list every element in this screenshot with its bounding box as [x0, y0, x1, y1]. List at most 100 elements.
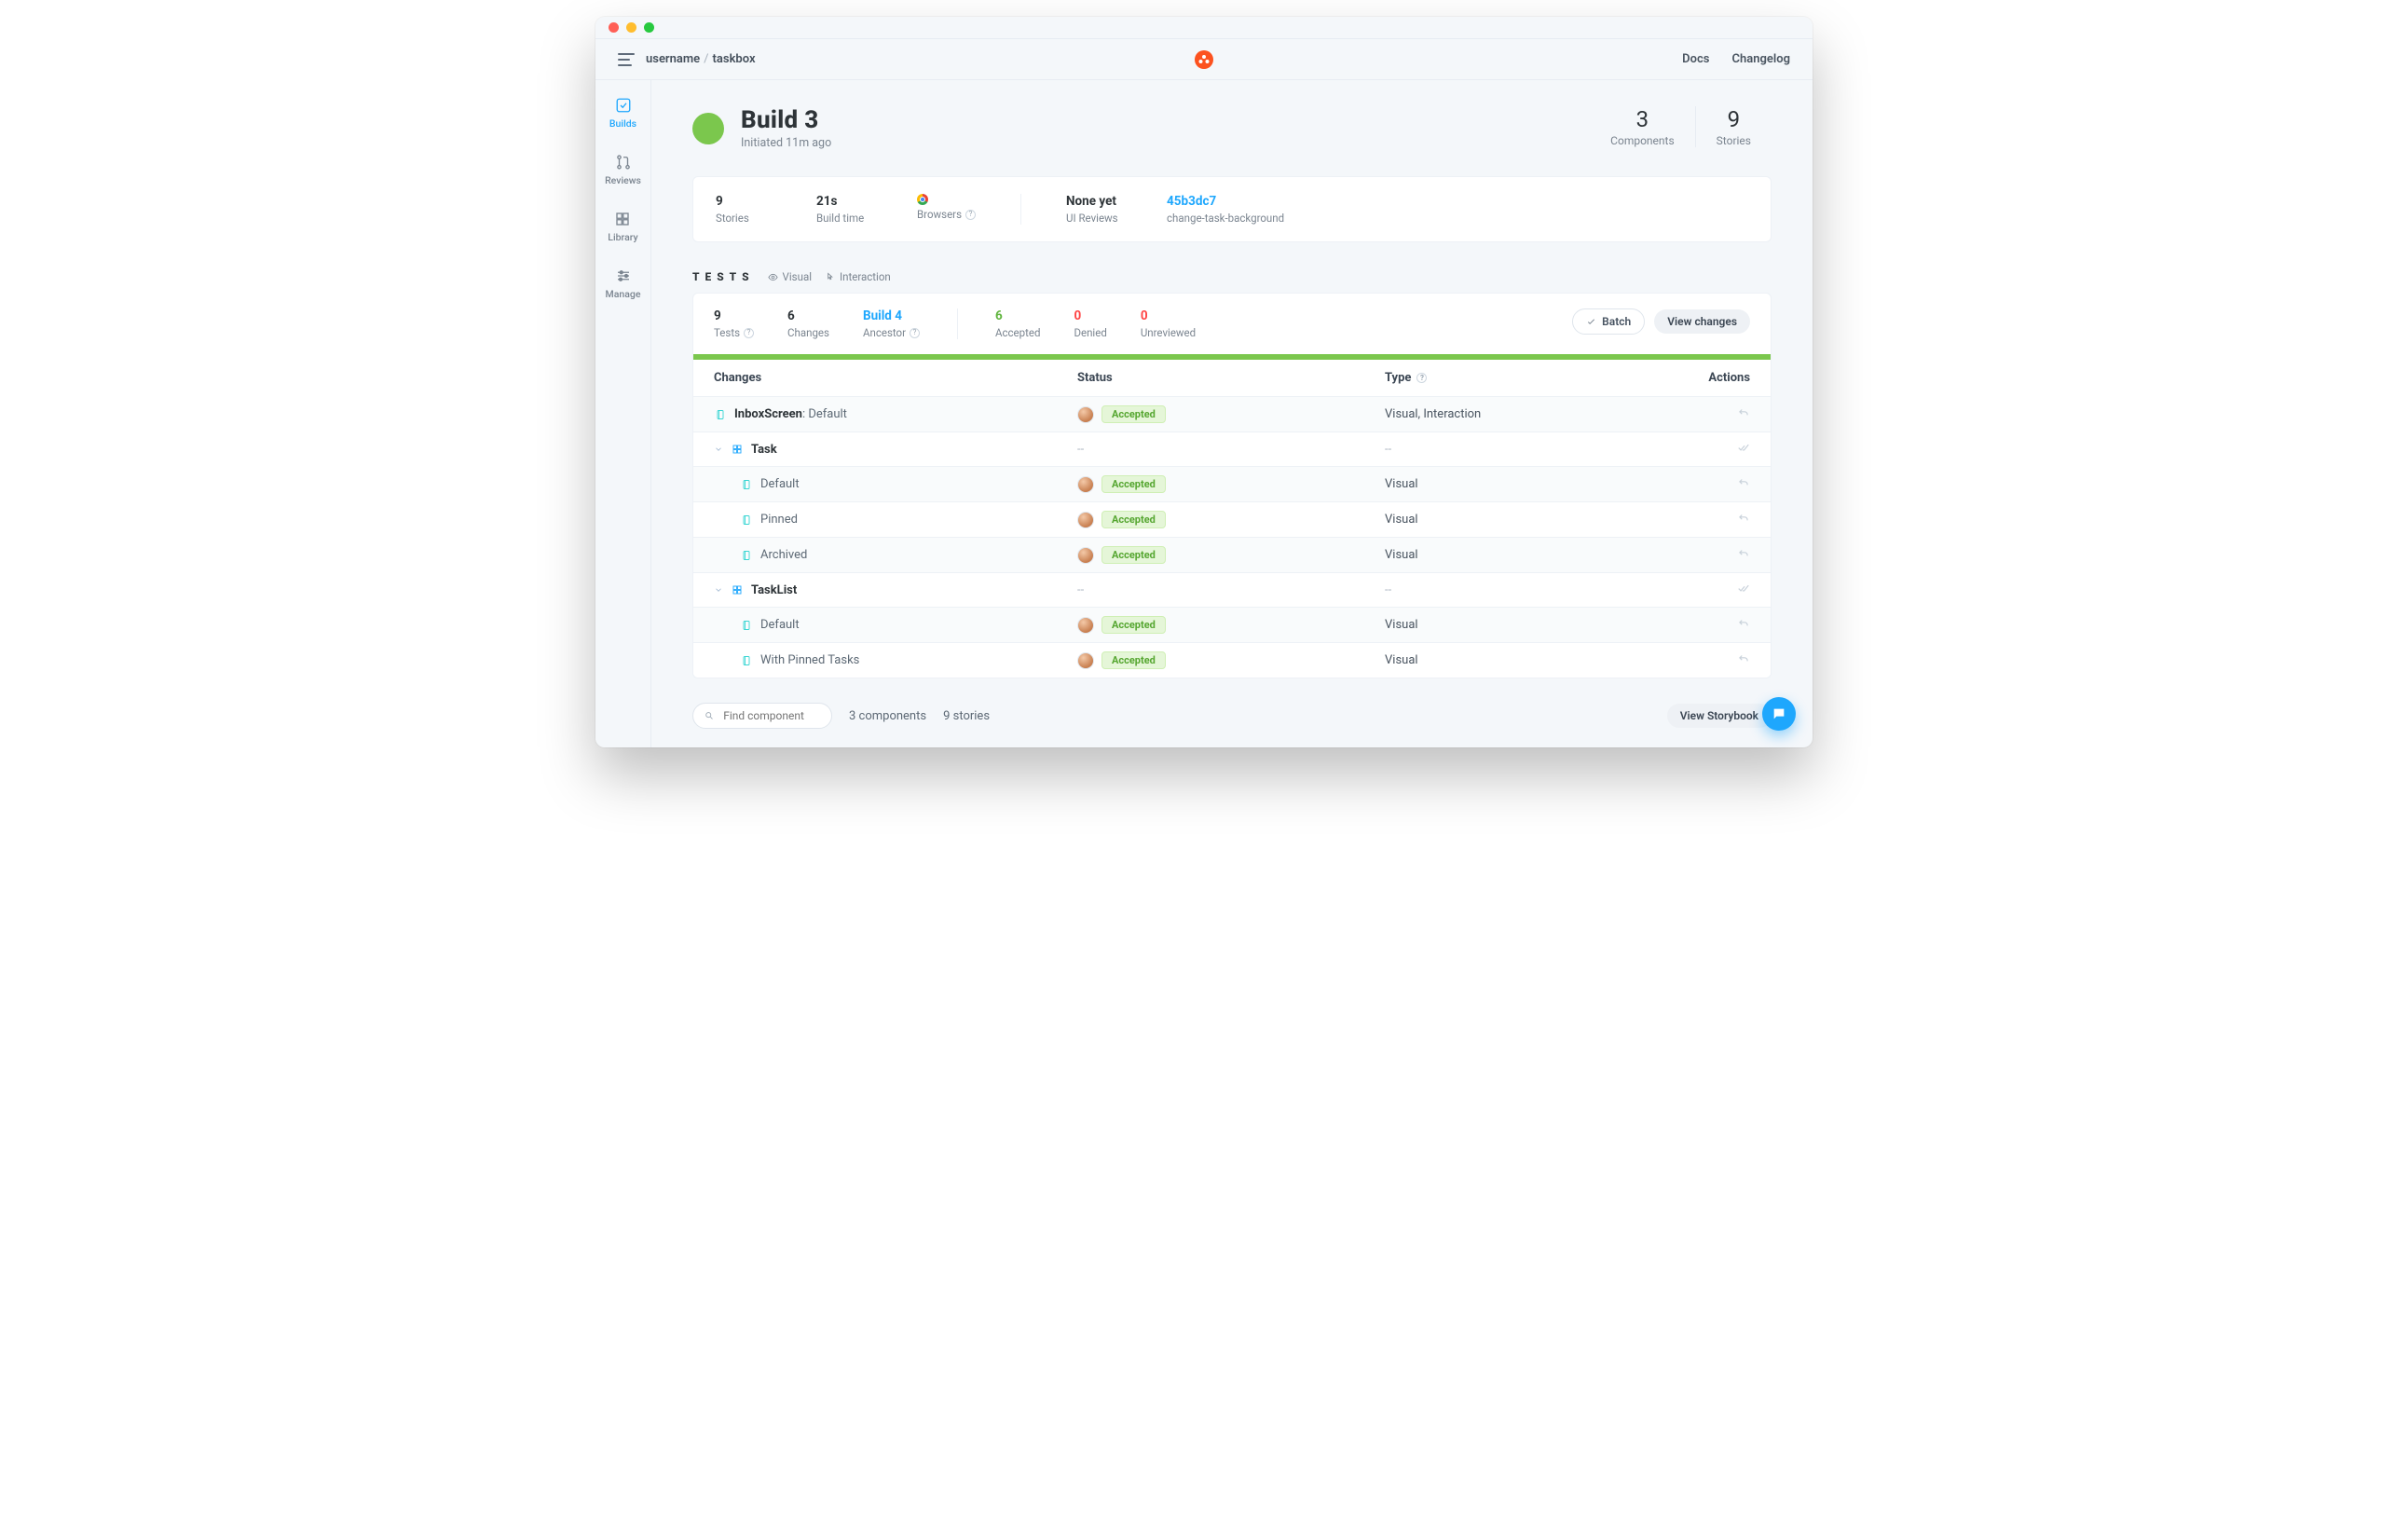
undo-button[interactable] — [1737, 547, 1750, 564]
avatar — [1077, 547, 1094, 564]
ancestor-build-link[interactable]: Build 4 — [863, 308, 920, 323]
story-icon — [714, 408, 727, 421]
story-name: Pinned — [760, 513, 798, 527]
accept-all-button[interactable] — [1737, 441, 1750, 458]
table-row[interactable]: Pinned Accepted Visual — [693, 502, 1771, 538]
minimize-window-button[interactable] — [626, 22, 636, 33]
table-row[interactable]: TaskList -- -- — [693, 573, 1771, 608]
summary-branch-name: change-task-background — [1167, 212, 1284, 225]
table-row[interactable]: With Pinned Tasks Accepted Visual — [693, 643, 1771, 678]
view-storybook-button[interactable]: View Storybook — [1667, 704, 1772, 728]
help-icon[interactable] — [910, 328, 920, 338]
help-icon[interactable] — [1416, 373, 1427, 383]
chevron-down-icon[interactable] — [714, 585, 723, 595]
summary-uireviews-label: UI Reviews — [1066, 212, 1122, 225]
status-cell: -- — [1077, 583, 1385, 597]
help-icon[interactable] — [965, 210, 976, 220]
chromatic-logo-icon — [1195, 50, 1213, 69]
footer-stories-count: 9 stories — [943, 709, 990, 723]
stories-label: Stories — [1717, 134, 1751, 147]
page-subtitle: Initiated 11m ago — [741, 136, 831, 150]
build-counts: 3 Components 9 Stories — [1590, 106, 1772, 147]
maximize-window-button[interactable] — [644, 22, 654, 33]
summary-buildtime-label: Build time — [816, 212, 872, 225]
status-cell: -- — [1077, 443, 1385, 457]
table-row[interactable]: Archived Accepted Visual — [693, 538, 1771, 573]
story-name: Default — [760, 477, 800, 491]
type-cell: -- — [1385, 583, 1674, 597]
page-title: Build 3 — [741, 106, 831, 134]
avatar — [1077, 617, 1094, 634]
tests-count-label: Tests — [714, 326, 740, 339]
pointer-icon — [825, 272, 835, 282]
find-component-search[interactable] — [692, 703, 832, 729]
summary-commit-hash[interactable]: 45b3dc7 — [1167, 194, 1284, 209]
story-name: Archived — [760, 548, 807, 562]
type-cell: Visual — [1385, 653, 1674, 667]
unreviewed-count-label: Unreviewed — [1141, 326, 1196, 339]
view-changes-button[interactable]: View changes — [1654, 309, 1750, 334]
story-name: With Pinned Tasks — [760, 653, 859, 667]
tests-card: 9 Tests 6 Changes Build 4 Ancestor — [692, 293, 1772, 678]
changes-count-label: Changes — [787, 326, 829, 339]
accepted-count-value: 6 — [995, 308, 1040, 323]
undo-icon — [1737, 512, 1750, 525]
nav-docs[interactable]: Docs — [1682, 52, 1709, 66]
batch-button[interactable]: Batch — [1572, 308, 1645, 335]
sidebar-item-manage[interactable]: Manage — [606, 267, 641, 300]
tests-filter-interaction[interactable]: Interaction — [825, 270, 891, 283]
sliders-icon — [615, 267, 632, 284]
brand-logo[interactable] — [1195, 50, 1213, 69]
sidebar-item-label: Reviews — [605, 174, 641, 186]
help-icon[interactable] — [744, 328, 754, 338]
accepted-count-label: Accepted — [995, 326, 1040, 339]
undo-button[interactable] — [1737, 406, 1750, 423]
chevron-down-icon[interactable] — [714, 445, 723, 454]
tests-title: TESTS — [692, 270, 755, 283]
breadcrumb-separator: / — [704, 52, 708, 66]
undo-icon — [1737, 406, 1750, 419]
search-input[interactable] — [721, 708, 820, 723]
mac-titlebar — [595, 17, 1813, 39]
component-icon — [731, 583, 744, 596]
table-row[interactable]: Default Accepted Visual — [693, 467, 1771, 502]
status-badge: Accepted — [1101, 475, 1166, 493]
tests-section-header: TESTS Visual Interaction — [692, 270, 1772, 283]
chrome-icon — [917, 194, 928, 205]
accept-all-button[interactable] — [1737, 582, 1750, 598]
stories-count: 9 — [1717, 106, 1751, 132]
undo-button[interactable] — [1737, 617, 1750, 634]
divider — [957, 308, 958, 339]
sidebar: Builds Reviews Library Manage — [595, 80, 651, 747]
sidebar-item-reviews[interactable]: Reviews — [605, 154, 641, 186]
story-name: Default — [760, 618, 800, 632]
breadcrumb-project: taskbox — [713, 52, 756, 66]
breadcrumb[interactable]: username / taskbox — [646, 52, 756, 66]
avatar — [1077, 512, 1094, 528]
grid-icon — [614, 211, 631, 227]
components-count: 3 — [1610, 106, 1675, 132]
tests-filter-visual[interactable]: Visual — [768, 270, 812, 283]
close-window-button[interactable] — [609, 22, 619, 33]
status-badge: Accepted — [1101, 511, 1166, 528]
nav-changelog[interactable]: Changelog — [1731, 52, 1790, 66]
table-row[interactable]: Default Accepted Visual — [693, 608, 1771, 643]
type-cell: Visual — [1385, 548, 1674, 562]
table-row[interactable]: InboxScreen: Default Accepted Visual, In… — [693, 397, 1771, 432]
undo-button[interactable] — [1737, 476, 1750, 493]
denied-count-label: Denied — [1074, 326, 1106, 339]
table-row[interactable]: Task -- -- — [693, 432, 1771, 467]
type-cell: Visual — [1385, 477, 1674, 491]
status-badge: Accepted — [1101, 546, 1166, 564]
sidebar-item-builds[interactable]: Builds — [609, 97, 636, 130]
undo-button[interactable] — [1737, 652, 1750, 669]
undo-button[interactable] — [1737, 512, 1750, 528]
sidebar-item-library[interactable]: Library — [608, 211, 637, 243]
avatar — [1077, 652, 1094, 669]
th-status: Status — [1077, 371, 1385, 385]
menu-icon[interactable] — [618, 53, 635, 66]
eye-icon — [768, 272, 778, 282]
components-label: Components — [1610, 134, 1675, 147]
top-bar: username / taskbox Docs Changelog — [595, 39, 1813, 80]
chat-support-button[interactable] — [1762, 697, 1796, 731]
